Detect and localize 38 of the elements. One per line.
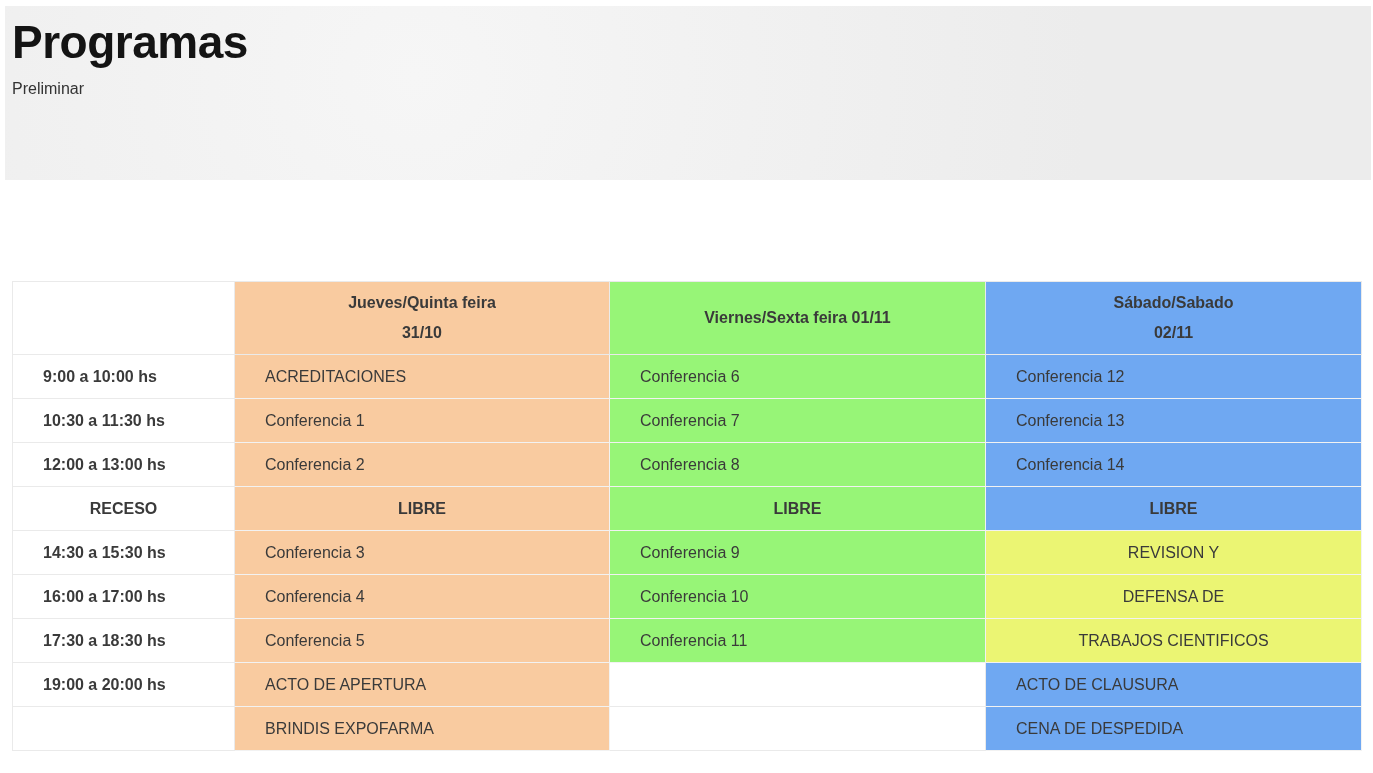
table-cell: Conferencia 7 xyxy=(609,398,986,443)
table-cell: Conferencia 1 xyxy=(234,398,610,443)
table-cell: Conferencia 4 xyxy=(234,574,610,619)
column-header: Jueves/Quinta feira 31/10 xyxy=(234,281,610,355)
table-cell: Conferencia 11 xyxy=(609,618,986,663)
table-cell: Conferencia 10 xyxy=(609,574,986,619)
table-cell: REVISION Y xyxy=(985,530,1362,575)
table-cell: Conferencia 12 xyxy=(985,354,1362,399)
break-cell: LIBRE xyxy=(234,486,610,531)
column-header: Viernes/Sexta feira 01/11 xyxy=(609,281,986,355)
page-title: Programas xyxy=(12,16,249,68)
time-cell: 10:30 a 11:30 hs xyxy=(12,398,235,443)
page-subtitle: Preliminar xyxy=(12,80,85,98)
table-cell: Conferencia 3 xyxy=(234,530,610,575)
table-cell: Conferencia 14 xyxy=(985,442,1362,487)
time-cell: 19:00 a 20:00 hs xyxy=(12,662,235,707)
column-header: Sábado/Sabado 02/11 xyxy=(985,281,1362,355)
time-cell: 9:00 a 10:00 hs xyxy=(12,354,235,399)
table-cell: Conferencia 6 xyxy=(609,354,986,399)
table-cell: ACREDITACIONES xyxy=(234,354,610,399)
table-cell: CENA DE DESPEDIDA xyxy=(985,706,1362,751)
table-cell: Conferencia 13 xyxy=(985,398,1362,443)
time-cell: 12:00 a 13:00 hs xyxy=(12,442,235,487)
time-cell: 14:30 a 15:30 hs xyxy=(12,530,235,575)
break-cell: LIBRE xyxy=(985,486,1362,531)
table-cell: Conferencia 9 xyxy=(609,530,986,575)
time-cell: 16:00 a 17:00 hs xyxy=(12,574,235,619)
break-cell: RECESO xyxy=(12,486,235,531)
table-cell: BRINDIS EXPOFARMA xyxy=(234,706,610,751)
table-cell: ACTO DE APERTURA xyxy=(234,662,610,707)
table-cell: ACTO DE CLAUSURA xyxy=(985,662,1362,707)
table-cell: Conferencia 8 xyxy=(609,442,986,487)
table-cell: DEFENSA DE xyxy=(985,574,1362,619)
table-cell: Conferencia 5 xyxy=(234,618,610,663)
table-cell: Conferencia 2 xyxy=(234,442,610,487)
break-cell: LIBRE xyxy=(609,486,986,531)
table-cell: TRABAJOS CIENTIFICOS xyxy=(985,618,1362,663)
time-cell: 17:30 a 18:30 hs xyxy=(12,618,235,663)
